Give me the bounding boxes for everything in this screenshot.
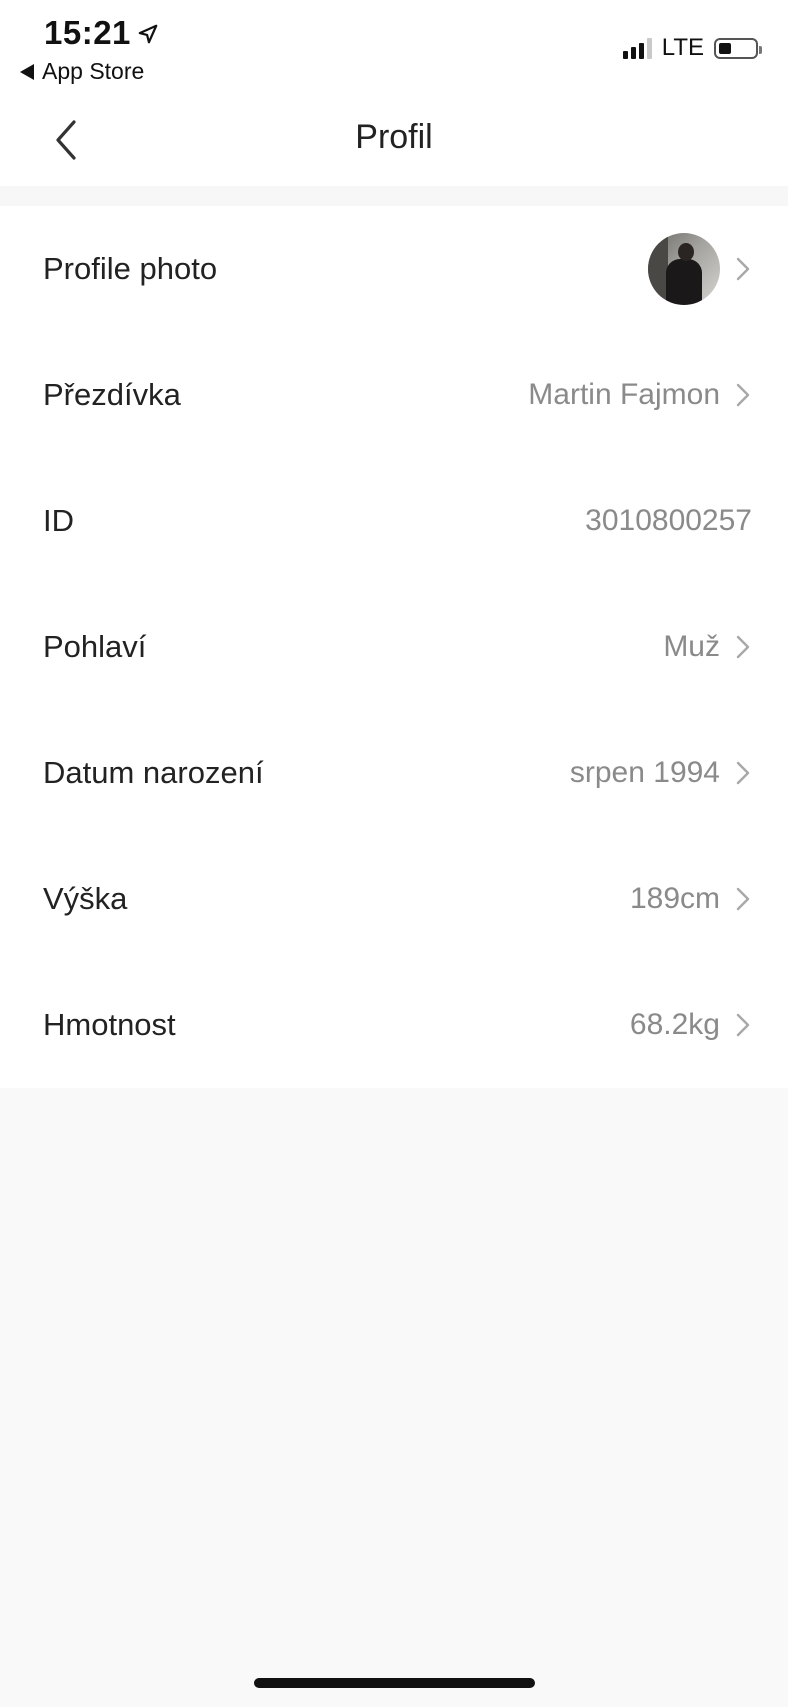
row-height[interactable]: Výška 189cm <box>0 836 788 962</box>
location-arrow-icon <box>138 24 158 44</box>
status-time: 15:21 <box>44 14 131 51</box>
row-value: srpen 1994 <box>569 756 720 789</box>
row-value: 3010800257 <box>585 504 752 537</box>
row-right: srpen 1994 <box>570 756 752 790</box>
row-label: Výška <box>43 881 128 916</box>
status-indicators: LTE <box>622 34 762 62</box>
home-indicator[interactable] <box>254 1678 535 1688</box>
chevron-right-icon <box>736 1013 750 1037</box>
row-gender[interactable]: Pohlaví Muž <box>0 584 788 710</box>
row-birth-date[interactable]: Datum narození srpen 1994 <box>0 710 788 836</box>
row-value: 189cm <box>629 882 720 915</box>
row-right: 68.2kg <box>630 1008 752 1042</box>
page-title: Profil <box>355 118 433 156</box>
row-value: 68.2kg <box>629 1008 720 1041</box>
row-nickname[interactable]: Přezdívka Martin Fajmon <box>0 332 788 458</box>
row-right: Martin Fajmon <box>528 378 752 412</box>
row-label: Datum narození <box>43 755 264 790</box>
navigation-bar: Profil <box>0 96 788 186</box>
row-profile-photo[interactable]: Profile photo <box>0 206 788 332</box>
row-label: Přezdívka <box>43 377 181 412</box>
back-app-label: App Store <box>42 58 145 84</box>
chevron-right-icon <box>736 257 750 281</box>
row-right: Muž <box>663 630 752 664</box>
row-label: Pohlaví <box>43 629 147 664</box>
back-triangle-icon <box>20 63 34 80</box>
cellular-signal-icon <box>622 37 652 59</box>
battery-icon <box>714 37 762 59</box>
back-to-app-store[interactable]: App Store <box>20 58 144 85</box>
row-right: 189cm <box>630 882 752 916</box>
row-weight[interactable]: Hmotnost 68.2kg <box>0 962 788 1088</box>
profile-list: Profile photo Přezdívka Martin Fajmon ID… <box>0 206 788 1088</box>
network-type: LTE <box>661 34 704 61</box>
section-divider <box>0 186 788 206</box>
row-label: Profile photo <box>43 251 218 286</box>
row-label: Hmotnost <box>43 1007 176 1042</box>
chevron-right-icon <box>736 635 750 659</box>
row-value: Martin Fajmon <box>528 378 720 411</box>
battery-level <box>719 42 731 54</box>
status-time-group: 15:21 <box>44 14 159 52</box>
row-value: Muž <box>663 630 720 663</box>
avatar[interactable] <box>648 233 720 305</box>
row-id: ID 3010800257 <box>0 458 788 584</box>
chevron-right-icon <box>736 383 750 407</box>
status-bar: 15:21 App Store LTE <box>0 0 788 96</box>
chevron-right-icon <box>736 887 750 911</box>
chevron-right-icon <box>736 761 750 785</box>
row-right <box>648 233 752 305</box>
row-right: 3010800257 <box>585 504 752 538</box>
row-label: ID <box>43 503 74 538</box>
